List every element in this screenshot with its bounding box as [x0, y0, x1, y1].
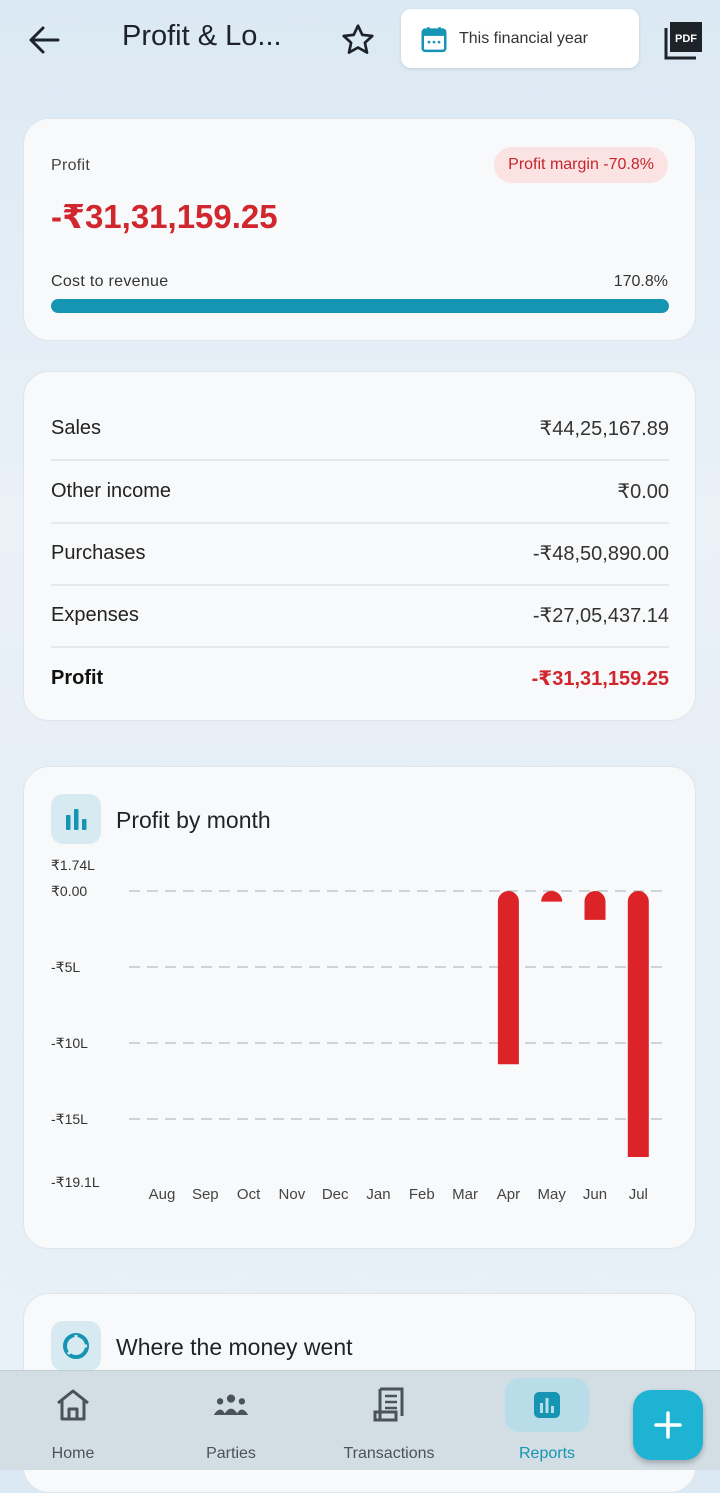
- period-label: This financial year: [459, 29, 588, 47]
- x-tick-label: Oct: [237, 1186, 261, 1203]
- cost-to-revenue-progress-fill: [51, 299, 669, 313]
- y-tick-label: ₹0.00: [51, 883, 87, 899]
- profit-by-month-chart: ₹1.74L ₹0.00 -₹5L -₹10L -₹15L -₹19.1L Aug Sep Oc…: [51, 857, 669, 1203]
- profit-label: Profit: [51, 157, 91, 174]
- nav-parties[interactable]: Parties: [161, 1371, 301, 1470]
- x-tick-label: Feb: [409, 1186, 435, 1203]
- nav-home-label: Home: [51, 1445, 95, 1462]
- profit-amount: -₹31,31,159.25: [51, 198, 278, 235]
- y-tick-label: -₹19.1L: [51, 1174, 100, 1190]
- row-label-other-income: Other income: [51, 479, 172, 502]
- y-tick-label: ₹1.74L: [51, 857, 95, 873]
- list-item: Profit -₹31,31,159.25: [51, 647, 669, 709]
- nav-reports[interactable]: Reports: [477, 1371, 617, 1470]
- x-tick-label: Nov: [279, 1186, 306, 1203]
- pdf-icon-text: PDF: [675, 33, 697, 45]
- reports-icon: [505, 1378, 589, 1432]
- row-label-expenses: Expenses: [51, 603, 139, 626]
- cost-to-revenue-value: 170.8%: [613, 273, 668, 290]
- row-value-profit: -₹31,31,159.25: [531, 667, 669, 690]
- row-label-purchases: Purchases: [51, 541, 146, 564]
- nav-home[interactable]: Home: [3, 1371, 143, 1470]
- people-group-icon: [211, 1385, 251, 1425]
- back-arrow-icon[interactable]: [22, 18, 66, 62]
- row-value-other-income: ₹0.00: [617, 480, 669, 503]
- y-tick-label: -₹10L: [51, 1035, 88, 1051]
- bottom-navigation: Home Parties Transactions Reports: [0, 1370, 720, 1470]
- cost-to-revenue-progress: [51, 299, 669, 313]
- y-tick-label: -₹15L: [51, 1111, 88, 1127]
- receipt-icon: [369, 1385, 409, 1425]
- pdf-export-icon[interactable]: PDF: [664, 20, 704, 60]
- x-tick-label: Jan: [366, 1186, 390, 1203]
- row-label-sales: Sales: [51, 416, 102, 439]
- pnl-breakdown-card: Sales ₹44,25,167.89 Other income ₹0.00 P…: [23, 371, 696, 721]
- home-icon: [53, 1385, 93, 1425]
- x-tick-label: Apr: [497, 1186, 520, 1203]
- profit-by-month-card: Profit by month ₹1.74L ₹0.00 -₹5L -₹10L -₹15…: [23, 766, 696, 1249]
- x-tick-label: Sep: [192, 1186, 219, 1203]
- profit-margin-badge: Profit margin -70.8%: [494, 147, 668, 183]
- row-value-expenses: -₹27,05,437.14: [532, 604, 669, 627]
- x-tick-label: Mar: [452, 1186, 478, 1203]
- plus-icon: [654, 1411, 682, 1439]
- nav-parties-label: Parties: [206, 1445, 256, 1462]
- nav-transactions-label: Transactions: [343, 1445, 435, 1462]
- list-item: Other income ₹0.00: [51, 460, 669, 524]
- nav-transactions[interactable]: Transactions: [319, 1371, 459, 1470]
- chart-bar-jul[interactable]: [627, 891, 649, 1157]
- list-item: Expenses -₹27,05,437.14: [51, 584, 669, 648]
- pie-chart-icon: [51, 1321, 101, 1371]
- x-tick-label: Dec: [322, 1186, 349, 1203]
- profit-summary-card: Profit Profit margin -70.8% -₹31,31,159.…: [23, 118, 696, 341]
- list-item: Purchases -₹48,50,890.00: [51, 522, 669, 586]
- x-tick-label: Aug: [149, 1186, 176, 1203]
- x-tick-label: Jul: [629, 1186, 648, 1203]
- top-app-bar: Profit & Lo... This financial year PDF: [0, 0, 720, 80]
- page-title: Profit & Lo...: [122, 20, 282, 52]
- period-selector-button[interactable]: This financial year: [401, 9, 639, 68]
- chart-bar-apr[interactable]: [497, 891, 519, 1065]
- x-tick-label: Jun: [583, 1186, 607, 1203]
- row-value-purchases: -₹48,50,890.00: [532, 542, 669, 565]
- x-tick-label: May: [538, 1186, 567, 1203]
- section-title: Where the money went: [116, 1334, 353, 1360]
- calendar-icon: [421, 26, 447, 52]
- nav-reports-label: Reports: [518, 1445, 576, 1462]
- cost-to-revenue-label: Cost to revenue: [51, 273, 169, 290]
- row-value-sales: ₹44,25,167.89: [539, 417, 669, 440]
- add-fab-button[interactable]: [633, 1390, 703, 1460]
- row-label-profit: Profit: [51, 666, 104, 689]
- y-tick-label: -₹5L: [51, 959, 80, 975]
- chart-bar-jun[interactable]: [584, 891, 606, 920]
- chart-bar-may[interactable]: [541, 891, 563, 902]
- star-icon[interactable]: [336, 18, 380, 62]
- list-item: Sales ₹44,25,167.89: [51, 397, 669, 461]
